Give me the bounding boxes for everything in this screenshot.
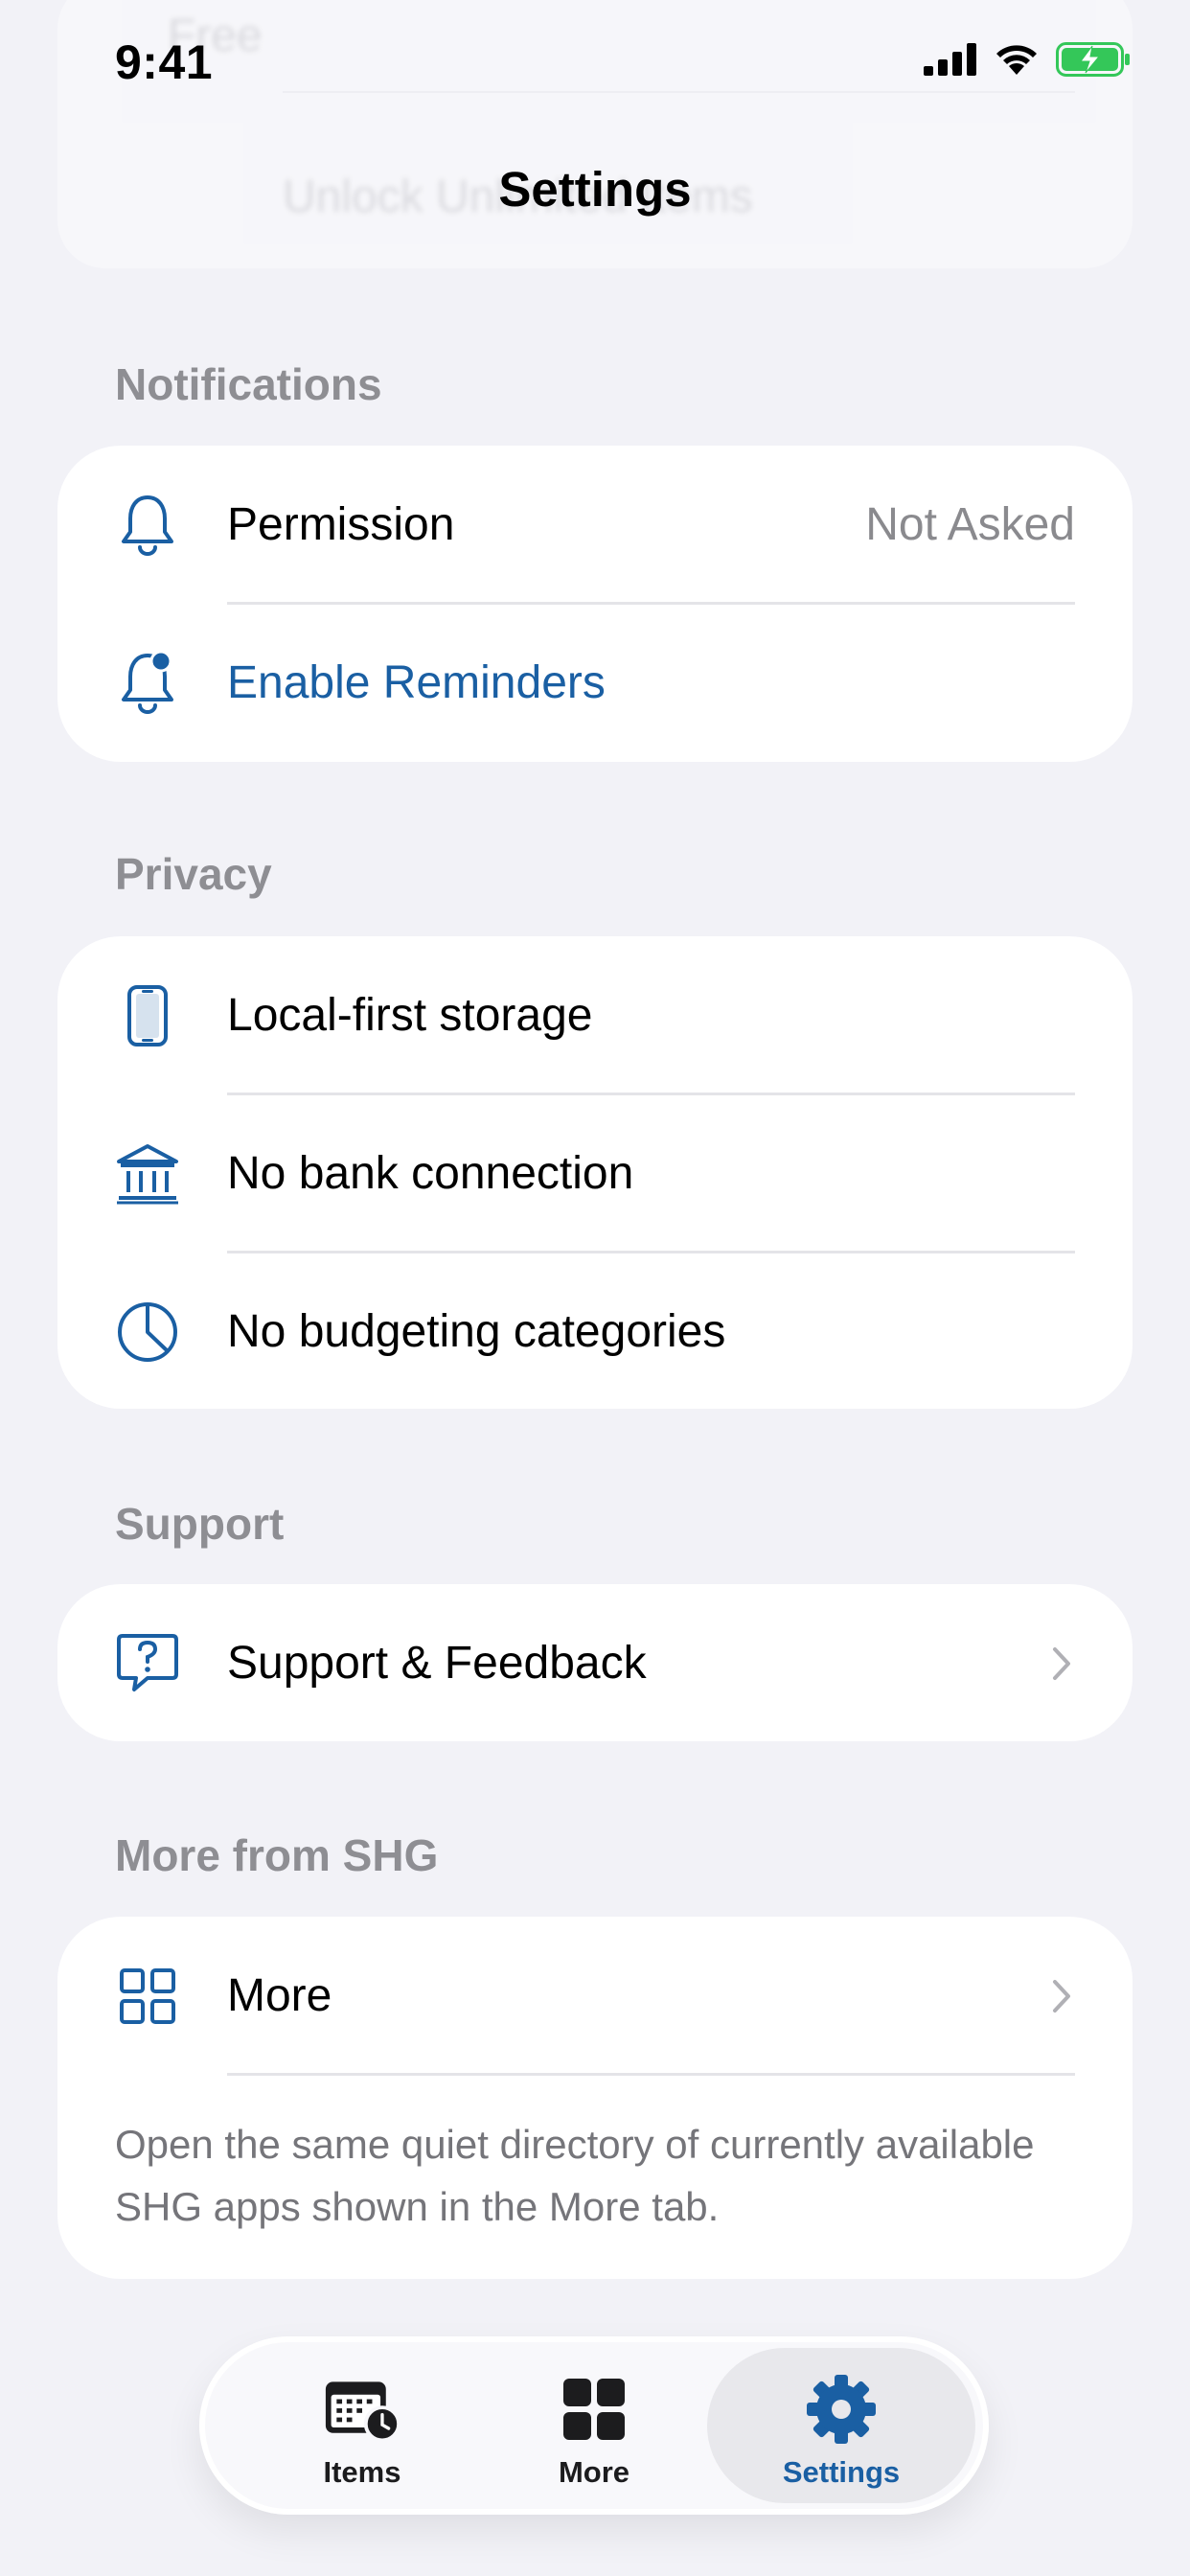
row-bank-connection: No bank connection (57, 1094, 1133, 1253)
row-support-feedback[interactable]: Support & Feedback (57, 1584, 1133, 1742)
battery-charging-icon (1056, 42, 1130, 77)
permission-status: Not Asked (865, 499, 1075, 550)
chevron-right-icon (1048, 1977, 1075, 2015)
tab-items-label: Items (323, 2455, 401, 2489)
cellular-signal-icon (924, 43, 976, 76)
local-storage-label: Local-first storage (227, 990, 593, 1041)
phone-icon (113, 981, 182, 1050)
wifi-icon (996, 45, 1037, 75)
more-label: More (227, 1970, 332, 2021)
tab-more-label: More (558, 2455, 630, 2489)
status-time: 9:41 (115, 35, 214, 89)
tab-more[interactable]: More (460, 2348, 728, 2503)
grid-icon (556, 2375, 632, 2444)
bell-badge-icon (113, 649, 182, 718)
bell-icon (113, 491, 182, 560)
pie-chart-icon (113, 1298, 182, 1367)
budgeting-categories-label: No budgeting categories (227, 1306, 726, 1357)
tab-bar: Items More Settings (199, 2336, 989, 2515)
enable-reminders-button[interactable]: Enable Reminders (227, 656, 606, 709)
status-icons (924, 42, 1131, 77)
row-more[interactable]: More (57, 1917, 1133, 2075)
row-enable-reminders[interactable]: Enable Reminders (57, 604, 1133, 762)
support-card: Support & Feedback (57, 1584, 1133, 1741)
section-header-privacy: Privacy (115, 849, 272, 899)
tab-items[interactable]: Items (228, 2348, 496, 2503)
tab-settings-label: Settings (782, 2455, 901, 2489)
permission-label: Permission (227, 499, 455, 550)
support-feedback-label: Support & Feedback (227, 1638, 647, 1689)
status-bar: 9:41 (0, 0, 1190, 134)
question-bubble-icon (113, 1629, 182, 1698)
more-footnote: Open the same quiet directory of current… (115, 2122, 1035, 2229)
calendar-clock-icon (324, 2375, 400, 2444)
tab-settings[interactable]: Settings (707, 2348, 975, 2503)
section-header-more-from-shg: More from SHG (115, 1830, 439, 1880)
row-permission[interactable]: Permission Not Asked (57, 446, 1133, 604)
page-title: Settings (498, 162, 692, 217)
section-header-notifications: Notifications (115, 359, 382, 409)
bank-connection-label: No bank connection (227, 1148, 634, 1199)
chevron-right-icon (1048, 1644, 1075, 1683)
divider (227, 2073, 1075, 2076)
row-local-storage: Local-first storage (57, 936, 1133, 1094)
section-header-support: Support (115, 1499, 285, 1549)
grid-outline-icon (113, 1962, 182, 2031)
privacy-card: Local-first storage No bank connection N… (57, 936, 1133, 1409)
gear-icon (803, 2375, 880, 2444)
notifications-card: Permission Not Asked Enable Reminders (57, 446, 1133, 762)
row-budgeting-categories: No budgeting categories (57, 1253, 1133, 1411)
bank-icon (113, 1139, 182, 1208)
more-from-card: More Open the same quiet directory of cu… (57, 1917, 1133, 2279)
